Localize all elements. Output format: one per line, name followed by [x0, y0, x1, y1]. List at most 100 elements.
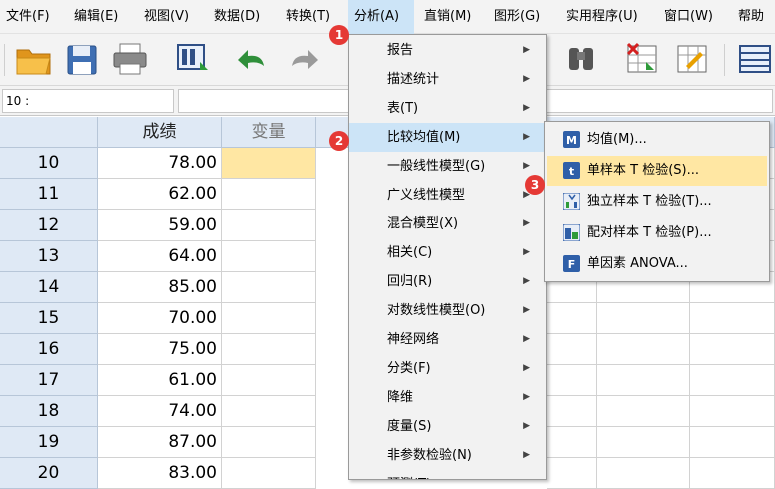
menu-file[interactable]: 文件(F) — [0, 0, 50, 34]
cell-score[interactable]: 74.00 — [98, 396, 222, 427]
analyze-menu-item[interactable]: 表(T) ▶ — [349, 94, 546, 123]
cell-empty[interactable] — [222, 179, 316, 210]
cell-empty[interactable] — [547, 458, 597, 489]
analyze-menu-item[interactable]: 回归(R) ▶ — [349, 267, 546, 296]
analyze-menu-item[interactable]: 混合模型(X) ▶ — [349, 209, 546, 238]
column-header-score[interactable]: 成绩 — [98, 117, 222, 148]
cell-score[interactable]: 64.00 — [98, 241, 222, 272]
corner-header[interactable] — [0, 117, 98, 148]
cell-empty[interactable] — [597, 334, 690, 365]
menu-graphs[interactable]: 图形(G) — [488, 0, 540, 34]
row-header[interactable]: 10 — [0, 148, 98, 179]
cell-empty[interactable] — [690, 396, 775, 427]
print-icon[interactable] — [110, 40, 150, 78]
submenu-item-means[interactable]: M 均值(M)... — [547, 125, 767, 155]
submenu-item-one-way-anova[interactable]: F 单因素 ANOVA... — [547, 249, 767, 279]
cell-empty[interactable] — [597, 427, 690, 458]
cell-empty[interactable] — [222, 396, 316, 427]
menu-edit[interactable]: 编辑(E) — [68, 0, 118, 34]
undo-icon[interactable] — [234, 40, 274, 78]
cell-empty[interactable] — [597, 303, 690, 334]
insert-cases-icon[interactable] — [624, 40, 664, 78]
cell-score[interactable]: 83.00 — [98, 458, 222, 489]
submenu-item-one-sample-t-test[interactable]: t 单样本 T 检验(S)... — [547, 156, 767, 186]
analyze-menu-item[interactable]: 神经网络 ▶ — [349, 325, 546, 354]
analyze-menu-item[interactable]: 预测(T) ▶ — [349, 470, 546, 480]
data-view-icon[interactable] — [174, 40, 214, 78]
cell-empty[interactable] — [222, 458, 316, 489]
cell-score[interactable]: 85.00 — [98, 272, 222, 303]
cell-empty[interactable] — [597, 396, 690, 427]
analyze-menu-item[interactable]: 非参数检验(N) ▶ — [349, 441, 546, 470]
cell-empty[interactable] — [597, 365, 690, 396]
cell-empty[interactable] — [547, 396, 597, 427]
cell-selected[interactable] — [222, 148, 316, 179]
cell-empty[interactable] — [222, 427, 316, 458]
save-icon[interactable] — [64, 40, 100, 78]
cell-score[interactable]: 87.00 — [98, 427, 222, 458]
analyze-menu-item-label: 非参数检验(N) — [387, 447, 472, 463]
menu-utilities[interactable]: 实用程序(U) — [560, 0, 638, 34]
cell-empty[interactable] — [547, 365, 597, 396]
cell-empty[interactable] — [222, 241, 316, 272]
row-header[interactable]: 11 — [0, 179, 98, 210]
cell-empty[interactable] — [547, 303, 597, 334]
cell-empty[interactable] — [222, 210, 316, 241]
insert-variable-icon[interactable] — [674, 40, 714, 78]
row-header[interactable]: 18 — [0, 396, 98, 427]
cell-score[interactable]: 62.00 — [98, 179, 222, 210]
menu-direct-marketing[interactable]: 直销(M) — [418, 0, 471, 34]
cell-score[interactable]: 78.00 — [98, 148, 222, 179]
cell-empty[interactable] — [222, 334, 316, 365]
analyze-menu-item[interactable]: 度量(S) ▶ — [349, 412, 546, 441]
cell-score[interactable]: 59.00 — [98, 210, 222, 241]
cell-score[interactable]: 61.00 — [98, 365, 222, 396]
row-header[interactable]: 20 — [0, 458, 98, 489]
row-header[interactable]: 16 — [0, 334, 98, 365]
cell-empty[interactable] — [690, 365, 775, 396]
toolbar-divider — [724, 44, 725, 76]
cell-empty[interactable] — [690, 303, 775, 334]
analyze-menu-item[interactable]: 一般线性模型(G) ▶ — [349, 152, 546, 181]
analyze-menu-item[interactable]: 降维 ▶ — [349, 383, 546, 412]
redo-icon[interactable] — [286, 40, 326, 78]
row-header[interactable]: 17 — [0, 365, 98, 396]
submenu-arrow-icon: ▶ — [523, 102, 530, 113]
analyze-menu-item[interactable]: 分类(F) ▶ — [349, 354, 546, 383]
cell-empty[interactable] — [222, 365, 316, 396]
analyze-menu-item[interactable]: 报告 ▶ — [349, 36, 546, 65]
cell-score[interactable]: 75.00 — [98, 334, 222, 365]
menu-analyze[interactable]: 分析(A) — [348, 0, 414, 34]
submenu-item-independent-t-test[interactable]: 独立样本 T 检验(T)... — [547, 187, 767, 217]
submenu-item-paired-t-test[interactable]: 配对样本 T 检验(P)... — [547, 218, 767, 248]
analyze-menu-item[interactable]: 比较均值(M) ▶ — [349, 122, 546, 152]
open-folder-icon[interactable] — [14, 40, 54, 78]
analyze-menu-item[interactable]: 描述统计 ▶ — [349, 65, 546, 94]
column-header-var[interactable]: 变量 — [222, 117, 316, 148]
cell-empty[interactable] — [690, 427, 775, 458]
menu-help[interactable]: 帮助 — [732, 0, 764, 34]
split-file-icon[interactable] — [736, 40, 775, 78]
cell-empty[interactable] — [597, 458, 690, 489]
analyze-menu-item[interactable]: 广义线性模型 ▶ — [349, 181, 546, 210]
row-header[interactable]: 12 — [0, 210, 98, 241]
analyze-menu-item[interactable]: 相关(C) ▶ — [349, 238, 546, 267]
find-binoculars-icon[interactable] — [562, 40, 602, 78]
cell-empty[interactable] — [222, 303, 316, 334]
cell-empty[interactable] — [222, 272, 316, 303]
cell-empty[interactable] — [547, 427, 597, 458]
row-header[interactable]: 13 — [0, 241, 98, 272]
cell-empty[interactable] — [690, 458, 775, 489]
toolbar-divider — [4, 44, 5, 76]
row-header[interactable]: 19 — [0, 427, 98, 458]
cell-empty[interactable] — [690, 334, 775, 365]
row-header[interactable]: 15 — [0, 303, 98, 334]
menu-transform[interactable]: 转换(T) — [280, 0, 330, 34]
menu-window[interactable]: 窗口(W) — [658, 0, 713, 34]
menu-data[interactable]: 数据(D) — [208, 0, 260, 34]
row-header[interactable]: 14 — [0, 272, 98, 303]
analyze-menu-item[interactable]: 对数线性模型(O) ▶ — [349, 296, 546, 325]
cell-score[interactable]: 70.00 — [98, 303, 222, 334]
menu-view[interactable]: 视图(V) — [138, 0, 189, 34]
cell-empty[interactable] — [547, 334, 597, 365]
